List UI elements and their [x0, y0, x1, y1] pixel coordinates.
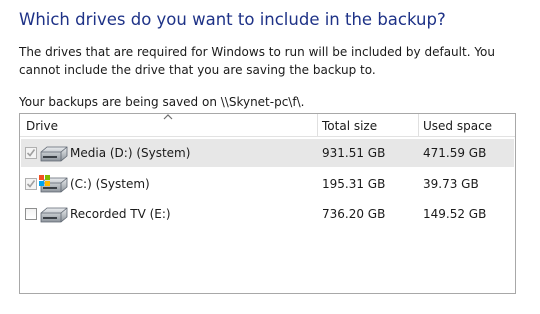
drive-row-media-d[interactable]: Media (D:) (System) 931.51 GB 471.59 GB — [21, 139, 514, 167]
hard-drive-icon — [40, 146, 68, 162]
drive-used-space: 149.52 GB — [423, 207, 487, 221]
backup-location-text: Your backups are being saved on \\Skynet… — [19, 95, 305, 109]
drive-checkbox[interactable] — [25, 208, 37, 220]
windows-system-drive-icon — [39, 175, 68, 193]
drive-name: Media (D:) (System) — [70, 146, 191, 160]
list-header: Drive Total size Used space — [20, 114, 515, 137]
page-description: The drives that are required for Windows… — [19, 45, 496, 77]
checkmark-icon — [26, 149, 36, 157]
drive-total-size: 736.20 GB — [322, 207, 386, 221]
checkmark-icon — [26, 180, 36, 188]
drive-total-size: 931.51 GB — [322, 146, 386, 160]
column-divider[interactable] — [418, 114, 419, 136]
column-header-used-space[interactable]: Used space — [423, 114, 515, 136]
hard-drive-icon — [40, 207, 68, 223]
page-heading: Which drives do you want to include in t… — [19, 10, 446, 29]
drive-name: Recorded TV (E:) — [70, 207, 171, 221]
sort-ascending-icon — [163, 114, 173, 120]
drive-used-space: 39.73 GB — [423, 177, 479, 191]
drive-checkbox — [25, 147, 37, 159]
drive-row-c[interactable]: (C:) (System) 195.31 GB 39.73 GB — [21, 170, 514, 198]
column-divider[interactable] — [317, 114, 318, 136]
drive-name: (C:) (System) — [70, 177, 150, 191]
column-header-total-size[interactable]: Total size — [322, 114, 418, 136]
drive-total-size: 195.31 GB — [322, 177, 386, 191]
drive-used-space: 471.59 GB — [423, 146, 487, 160]
drive-checkbox — [25, 178, 37, 190]
drive-list[interactable]: Drive Total size Used space Media (D:) (… — [19, 113, 516, 294]
drive-row-recorded-tv-e[interactable]: Recorded TV (E:) 736.20 GB 149.52 GB — [21, 200, 514, 228]
